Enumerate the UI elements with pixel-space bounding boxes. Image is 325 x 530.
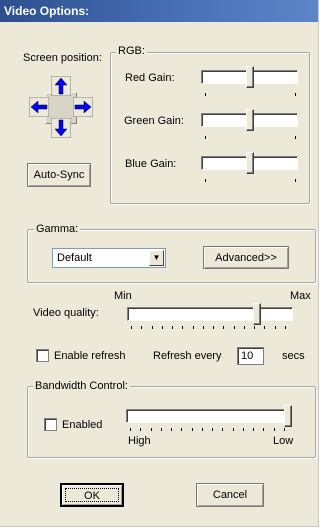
blue-tick-min: [205, 179, 206, 182]
slider-tick: [141, 326, 142, 329]
screen-position-label: Screen position:: [23, 52, 102, 64]
slider-tick: [223, 326, 224, 329]
slider-tick: [140, 428, 141, 431]
rgb-group-label: RGB:: [116, 45, 147, 57]
slider-tick: [274, 428, 275, 431]
arrow-up-icon[interactable]: [50, 75, 72, 97]
bandwidth-slider[interactable]: [126, 409, 292, 423]
slider-tick: [234, 326, 235, 329]
auto-sync-button[interactable]: Auto-Sync: [27, 163, 91, 187]
advanced-button[interactable]: Advanced>>: [203, 246, 289, 269]
refresh-units-label: secs: [282, 350, 305, 362]
slider-tick: [181, 428, 182, 431]
slider-tick: [264, 326, 265, 329]
slider-tick: [233, 428, 234, 431]
slider-tick: [193, 326, 194, 329]
bandwidth-thumb[interactable]: [284, 405, 292, 427]
bandwidth-enabled-label: Enabled: [62, 419, 103, 431]
slider-tick: [162, 326, 163, 329]
green-gain-label: Green Gain:: [124, 115, 184, 127]
refresh-interval-input[interactable]: 10: [237, 347, 264, 365]
cancel-button[interactable]: Cancel: [196, 483, 264, 507]
video-quality-min-label: Min: [114, 290, 132, 302]
green-tick-min: [205, 136, 206, 139]
gamma-select[interactable]: Default ▼: [52, 248, 166, 268]
slider-tick: [172, 326, 173, 329]
slider-tick: [192, 428, 193, 431]
blue-gain-thumb[interactable]: [246, 152, 254, 174]
green-gain-thumb[interactable]: [246, 109, 254, 131]
red-gain-label: Red Gain:: [125, 72, 175, 84]
arrow-right-icon[interactable]: [72, 96, 94, 118]
slider-tick: [151, 428, 152, 431]
video-options-window: Video Options: Screen position: Auto-Syn…: [0, 0, 319, 527]
screen-position-pad: [28, 75, 94, 139]
slider-tick: [130, 428, 131, 431]
gamma-group-label: Gamma:: [34, 223, 81, 235]
slider-tick: [222, 428, 223, 431]
green-tick-max: [295, 136, 296, 139]
bandwidth-low-label: Low: [273, 435, 294, 447]
bandwidth-group-label: Bandwidth Control:: [33, 380, 130, 392]
slider-tick: [284, 428, 285, 431]
slider-tick: [203, 326, 204, 329]
slider-tick: [253, 428, 254, 431]
enable-refresh-checkbox[interactable]: [36, 349, 49, 362]
video-quality-slider[interactable]: [127, 307, 293, 321]
refresh-every-label: Refresh every: [153, 350, 222, 362]
slider-tick: [263, 428, 264, 431]
ok-button-label: OK: [84, 490, 100, 502]
slider-tick: [212, 428, 213, 431]
slider-tick: [285, 326, 286, 329]
red-tick-min: [205, 93, 206, 96]
window-title: Video Options:: [0, 0, 318, 22]
video-quality-max-label: Max: [290, 290, 311, 302]
slider-tick: [202, 428, 203, 431]
slider-tick: [243, 428, 244, 431]
slider-tick: [254, 326, 255, 329]
slider-tick: [182, 326, 183, 329]
red-tick-max: [295, 93, 296, 96]
slider-tick: [152, 326, 153, 329]
enable-refresh-label: Enable refresh: [54, 350, 126, 362]
bandwidth-high-label: High: [128, 435, 151, 447]
gamma-select-value: Default: [57, 252, 92, 264]
slider-tick: [244, 326, 245, 329]
slider-tick: [171, 428, 172, 431]
ok-button[interactable]: OK: [60, 483, 124, 507]
red-gain-thumb[interactable]: [246, 66, 254, 88]
blue-gain-label: Blue Gain:: [125, 158, 177, 170]
slider-tick: [161, 428, 162, 431]
arrow-down-icon[interactable]: [50, 117, 72, 139]
video-quality-label: Video quality:: [33, 307, 99, 319]
bandwidth-enabled-checkbox[interactable]: [44, 418, 57, 431]
arrow-left-icon[interactable]: [28, 96, 50, 118]
slider-tick: [213, 326, 214, 329]
slider-tick: [131, 326, 132, 329]
blue-tick-max: [295, 179, 296, 182]
chevron-down-icon[interactable]: ▼: [149, 250, 164, 266]
video-quality-thumb[interactable]: [253, 303, 261, 325]
slider-tick: [275, 326, 276, 329]
